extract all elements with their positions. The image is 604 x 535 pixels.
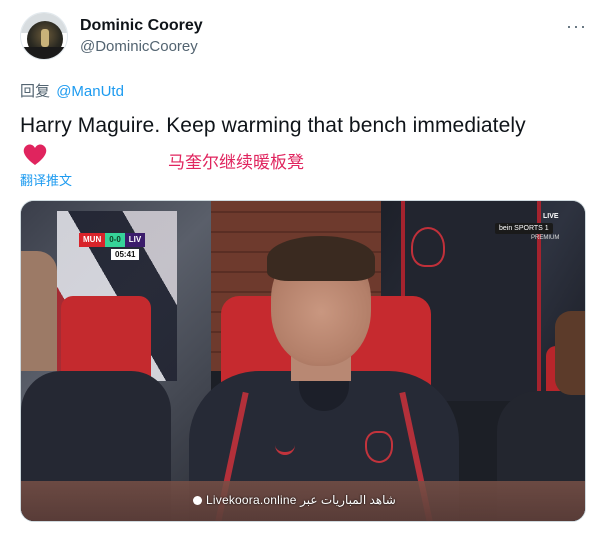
away-team: LIV bbox=[124, 233, 146, 247]
teammate-left-head bbox=[21, 251, 57, 371]
more-horizontal-icon[interactable]: ··· bbox=[566, 16, 587, 37]
reply-context: 回复 @ManUtd bbox=[20, 80, 124, 101]
home-team: MUN bbox=[79, 233, 106, 247]
club-crest-icon bbox=[411, 227, 445, 267]
live-badge: LIVE bbox=[543, 213, 559, 220]
author-name[interactable]: Dominic Coorey bbox=[80, 17, 203, 35]
tweet-text: Harry Maguire. Keep warming that bench i… bbox=[20, 114, 526, 137]
channel-tier: PREMIUM bbox=[531, 235, 560, 241]
match-clock: 05:41 bbox=[111, 249, 140, 260]
channel-logo: bein SPORTS 1 bbox=[495, 223, 553, 234]
tweet-media-image[interactable]: MUN 0-0 LIV 05:41 LIVE bein SPORTS 1 PRE… bbox=[20, 200, 586, 522]
match-score: 0-0 bbox=[105, 233, 125, 247]
tweet-card: Dominic Coorey @DominicCoorey ··· 回复 @Ma… bbox=[0, 0, 604, 535]
club-badge-icon bbox=[365, 431, 393, 463]
author-handle[interactable]: @DominicCoorey bbox=[80, 38, 198, 55]
reply-mention-link[interactable]: @ManUtd bbox=[56, 83, 124, 100]
stream-watermark: Livekoora.online شاهد المباريات عبر bbox=[193, 493, 396, 507]
reply-prefix: 回复 bbox=[20, 83, 51, 100]
sponsor-logo-icon bbox=[275, 441, 295, 455]
translate-tweet-link[interactable]: 翻译推文 bbox=[20, 170, 72, 189]
football-icon bbox=[193, 496, 202, 505]
player-hair bbox=[267, 236, 375, 281]
watermark-text: Livekoora.online شاهد المباريات عبر bbox=[206, 493, 396, 507]
avatar-figure bbox=[41, 29, 49, 47]
author-avatar[interactable] bbox=[20, 12, 68, 60]
scoreboard: MUN 0-0 LIV bbox=[79, 233, 146, 247]
annotation-text: 马奎尔继续暖板凳 bbox=[168, 153, 304, 172]
teammate-right-head bbox=[555, 311, 585, 395]
red-heart-icon bbox=[23, 144, 47, 165]
avatar-floor bbox=[21, 47, 67, 59]
